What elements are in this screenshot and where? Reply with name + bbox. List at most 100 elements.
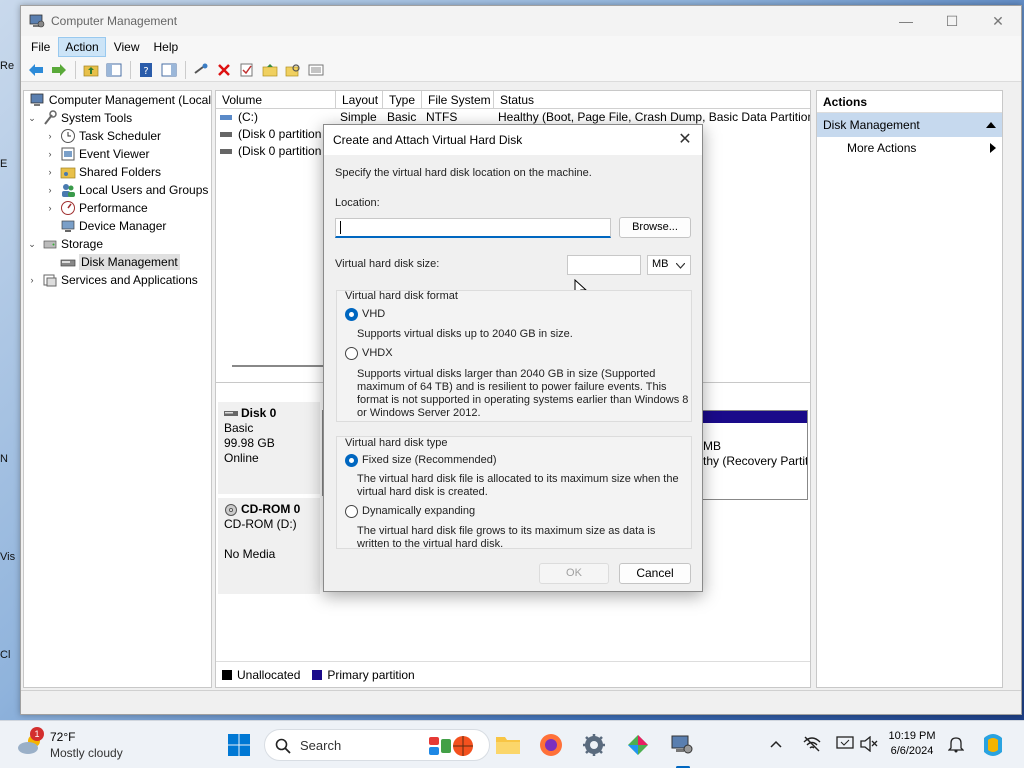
tree-chevron[interactable]: › (44, 203, 56, 213)
help-button[interactable]: ? (135, 60, 157, 80)
settings-taskbar-button[interactable] (580, 731, 608, 759)
desktop-icon-label[interactable]: Vis (0, 551, 20, 563)
vhdx-radio[interactable] (345, 347, 358, 360)
desktop-icon-label[interactable]: E (0, 158, 20, 170)
browse-button[interactable]: Browse... (619, 217, 691, 238)
network-icon[interactable] (803, 736, 821, 752)
close-button[interactable]: ✕ (975, 6, 1021, 36)
dialog-title-bar[interactable]: Create and Attach Virtual Hard Disk ✕ (324, 125, 702, 155)
location-input[interactable] (335, 218, 611, 238)
firefox-taskbar-button[interactable] (537, 731, 565, 759)
connect-button[interactable] (190, 60, 212, 80)
folder-search-icon (285, 63, 300, 76)
tree-item-services-applications[interactable]: › Services and Applications (24, 271, 211, 289)
copilot-pre-icon[interactable] (980, 732, 1006, 758)
clock[interactable]: 10:19 PM 6/6/2024 (884, 729, 940, 759)
fixed-size-radio[interactable] (345, 454, 358, 467)
desktop-icon-label[interactable]: N (0, 453, 20, 465)
cd-rom-icon (225, 503, 237, 516)
event-viewer-icon (61, 147, 75, 161)
dialog-close-icon[interactable]: ✕ (676, 131, 694, 149)
delete-button[interactable] (213, 60, 235, 80)
maximize-button[interactable]: ☐ (929, 6, 975, 36)
tree-item-shared-folders[interactable]: › Shared Folders (24, 163, 211, 181)
tree-item-computer-management[interactable]: Computer Management (Local (24, 91, 211, 109)
column-header-status[interactable]: Status (494, 91, 810, 108)
title-bar[interactable]: Computer Management — ☐ ✕ (21, 6, 1021, 36)
forward-button[interactable] (48, 60, 70, 80)
show-hide-tree-button[interactable] (103, 60, 125, 80)
show-hidden-icons-chevron[interactable] (770, 737, 782, 751)
search-folder-button[interactable] (282, 60, 304, 80)
check-button[interactable] (236, 60, 258, 80)
tree-item-system-tools[interactable]: ⌄ System Tools (24, 109, 211, 127)
disk-type: Basic (224, 421, 254, 435)
menu-help[interactable]: Help (148, 38, 185, 56)
tree-chevron[interactable]: › (44, 185, 56, 195)
recovery-partition-block[interactable]: MB thy (Recovery Partit (700, 410, 808, 500)
fixed-size-label[interactable]: Fixed size (Recommended) (362, 454, 497, 466)
start-button[interactable] (225, 731, 253, 759)
menu-file[interactable]: File (25, 38, 56, 56)
tree-item-storage[interactable]: ⌄ Storage (24, 235, 211, 253)
notification-bell-icon[interactable] (948, 735, 964, 753)
toolbar-separator (75, 60, 76, 79)
column-header-layout[interactable]: Layout (336, 91, 383, 108)
volume-muted-icon[interactable] (860, 736, 878, 752)
size-input[interactable] (567, 255, 641, 275)
type-group-label: Virtual hard disk type (345, 437, 448, 449)
size-unit-select[interactable]: MB (647, 255, 691, 275)
cancel-button[interactable]: Cancel (619, 563, 691, 584)
desktop-icon-label[interactable]: Re (0, 60, 20, 72)
performance-icon (61, 201, 75, 215)
dynamic-label[interactable]: Dynamically expanding (362, 505, 475, 517)
tree-item-disk-management[interactable]: Disk Management (24, 253, 211, 271)
list-view-button[interactable] (305, 60, 327, 80)
properties-pane-button[interactable] (158, 60, 180, 80)
back-button[interactable] (25, 60, 47, 80)
tree-item-label: Shared Folders (79, 165, 162, 179)
tree-item-task-scheduler[interactable]: › Task Scheduler (24, 127, 211, 145)
column-header-file-system[interactable]: File System (422, 91, 494, 108)
vhd-label[interactable]: VHD (362, 308, 385, 320)
format-group-label: Virtual hard disk format (345, 290, 458, 302)
file-explorer-taskbar-button[interactable] (494, 731, 522, 759)
weather-widget[interactable]: 1 72°F Mostly cloudy (16, 727, 156, 763)
new-folder-button[interactable] (259, 60, 281, 80)
actions-section-disk-management[interactable]: Disk Management (817, 113, 1002, 137)
ok-button[interactable]: OK (539, 563, 609, 584)
column-header-volume[interactable]: Volume (216, 91, 336, 108)
computer-management-taskbar-button[interactable] (668, 731, 696, 759)
tree-item-device-manager[interactable]: Device Manager (24, 217, 211, 235)
tree-item-local-users[interactable]: › Local Users and Groups (24, 181, 211, 199)
taskbar-search-box[interactable]: Search (264, 729, 490, 761)
column-header-type[interactable]: Type (383, 91, 422, 108)
windows-logo-icon (228, 734, 250, 756)
cdrom-0-label[interactable]: CD-ROM 0 CD-ROM (D:) No Media (218, 498, 320, 594)
tree-item-performance[interactable]: › Performance (24, 199, 211, 217)
tree-chevron[interactable]: › (44, 167, 56, 177)
menu-action[interactable]: Action (58, 37, 106, 57)
tree-chevron[interactable]: ⌄ (26, 113, 38, 124)
disk-0-label[interactable]: Disk 0 Basic 99.98 GB Online (218, 402, 320, 494)
vhd-radio[interactable] (345, 308, 358, 321)
type-group: Virtual hard disk type Fixed size (Recom… (336, 436, 692, 550)
minimize-button[interactable]: — (883, 6, 929, 36)
tree-chevron[interactable]: › (44, 131, 56, 141)
services-icon (43, 274, 57, 287)
display-icon[interactable] (836, 736, 854, 752)
more-actions-item[interactable]: More Actions (817, 137, 1002, 159)
collapse-up-icon[interactable] (986, 121, 996, 129)
tree-chevron[interactable]: ⌄ (26, 239, 38, 250)
tree-item-event-viewer[interactable]: › Event Viewer (24, 145, 211, 163)
desktop-icon-label[interactable]: Cl (0, 649, 20, 661)
forward-arrow-icon (52, 63, 66, 76)
tree-chevron[interactable]: › (44, 149, 56, 159)
volume-icon (220, 148, 232, 154)
up-folder-button[interactable] (80, 60, 102, 80)
copilot-taskbar-button[interactable] (624, 731, 652, 759)
dynamic-radio[interactable] (345, 505, 358, 518)
menu-view[interactable]: View (108, 38, 146, 56)
vhdx-label[interactable]: VHDX (362, 347, 393, 359)
tree-chevron[interactable]: › (26, 275, 38, 285)
